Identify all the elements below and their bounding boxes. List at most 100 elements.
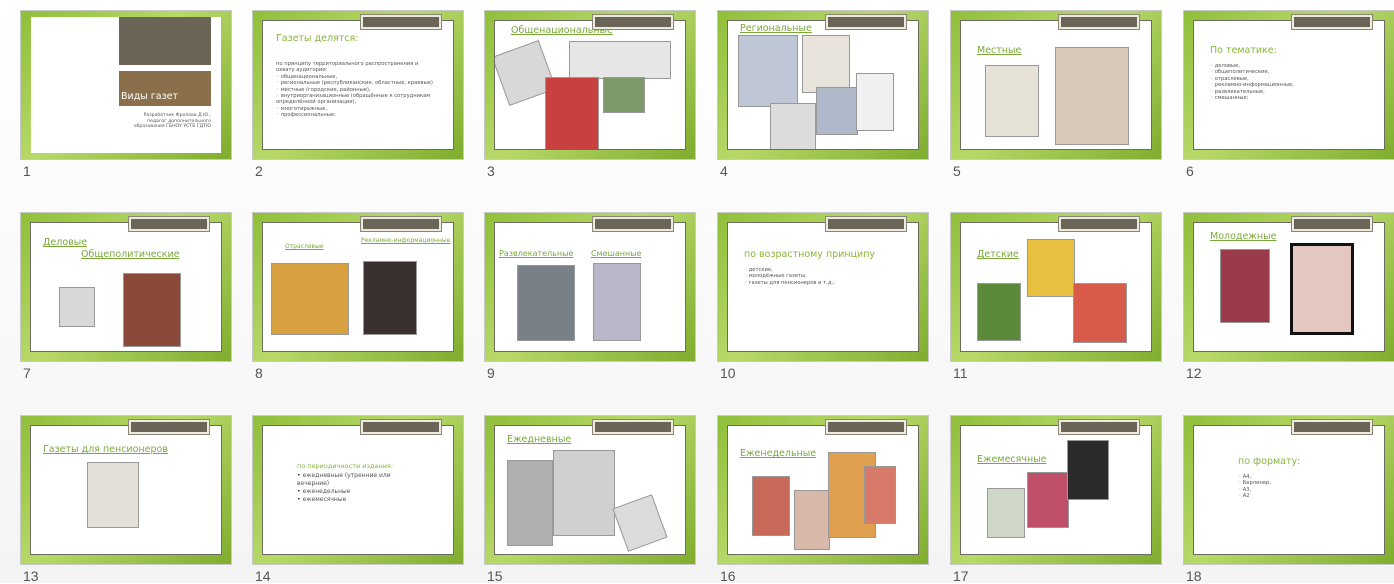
bullet-list: ежедневные (утренние или вечерние) ежене… [297, 472, 407, 504]
slide-paper: Газеты для пенсионеров [30, 425, 222, 555]
slide-title: Молодежные [1210, 231, 1277, 242]
bullet-item: региональные (республиканские, областные… [276, 80, 436, 86]
newspaper-image [802, 35, 850, 93]
slide-paper: По тематике: деловые, общеполитические, … [1193, 20, 1385, 150]
slide-paper: Виды газет Разработчик Фролова Д.Ю., пед… [31, 17, 221, 153]
slide-thumbnail[interactable]: Еженедельные [718, 416, 928, 564]
slide-thumbnail[interactable]: Газеты для пенсионеров [21, 416, 231, 564]
slide-title: Газеты для пенсионеров [43, 444, 168, 455]
newspaper-image [864, 466, 896, 524]
bullet-item: внутриорганизационные (обращённые к сотр… [276, 93, 436, 106]
slide-tab [1292, 420, 1372, 434]
slide-tab [593, 15, 673, 29]
slide-number: 10 [720, 365, 736, 381]
newspaper-image [1073, 283, 1127, 343]
slide-paper: Молодежные [1193, 222, 1385, 352]
slide-number: 18 [1186, 568, 1202, 584]
slide-paper: по возрастному принципу детские, молодёж… [727, 222, 919, 352]
slide-sorter-grid: Виды газет Разработчик Фролова Д.Ю., пед… [0, 0, 1394, 584]
slide-thumbnail[interactable]: Молодежные [1184, 213, 1394, 361]
newspaper-image [738, 35, 798, 107]
newspaper-image [517, 265, 575, 341]
slide-tab [361, 420, 441, 434]
slide-number: 15 [487, 568, 503, 584]
slide-number: 9 [487, 365, 495, 381]
slide-paper: Ежедневные [494, 425, 686, 555]
slide-title: Газеты делятся: [276, 33, 359, 44]
title-block: Виды газет [119, 71, 211, 106]
slide-tab [1059, 217, 1139, 231]
slide-title: по формату: [1238, 456, 1301, 467]
newspaper-image [271, 263, 349, 335]
newspaper-image [987, 488, 1025, 538]
slide-thumbnail[interactable]: Детские [951, 213, 1161, 361]
newspaper-image [59, 287, 95, 327]
slide-number: 2 [255, 163, 263, 179]
slide-paper: Отраслевые Рекламно-информационные [262, 222, 454, 352]
newspaper-image [569, 41, 671, 79]
slide-title-2: Общеполитические [81, 249, 180, 260]
slide-thumbnail[interactable]: Ежедневные [485, 416, 695, 564]
newspaper-image [856, 73, 894, 131]
slide-paper: по формату: А4, Берлинер, А3, А2 [1193, 425, 1385, 555]
slide-title: Детские [977, 249, 1019, 260]
bullet-item: А2 [1238, 493, 1271, 499]
newspaper-image [87, 462, 139, 528]
title-block-top [119, 17, 211, 65]
slide-title: Региональные [740, 23, 812, 34]
slide-paper: Еженедельные [727, 425, 919, 555]
bullet-item: ежедневные (утренние или вечерние) [297, 472, 407, 488]
bullet-item: газеты для пенсионеров и т.д.; [744, 280, 835, 286]
slide-tab [361, 217, 441, 231]
slide-thumbnail[interactable]: Местные [951, 11, 1161, 159]
slide-title: по возрастному принципу [744, 249, 876, 260]
slide-thumbnail[interactable]: по формату: А4, Берлинер, А3, А2 [1184, 416, 1394, 564]
newspaper-image [985, 65, 1039, 137]
bullet-item: смешанные; [1210, 95, 1294, 101]
newspaper-image [363, 261, 417, 335]
newspaper-image [1290, 243, 1354, 335]
slide-thumbnail[interactable]: по возрастному принципу детские, молодёж… [718, 213, 928, 361]
slide-title: Еженедельные [740, 448, 817, 459]
slide-title: по периодичности издания: [297, 462, 394, 470]
slide-thumbnail[interactable]: По тематике: деловые, общеполитические, … [1184, 11, 1394, 159]
slide-number: 12 [1186, 365, 1202, 381]
slide-title-2: Смешанные [591, 249, 642, 258]
slide-paper: Местные [960, 20, 1152, 150]
slide-paper: Газеты делятся: по принципу территориаль… [262, 20, 454, 150]
slide-thumbnail[interactable]: по периодичности издания: ежедневные (ут… [253, 416, 463, 564]
slide-title: Ежемесячные [977, 454, 1047, 465]
slide-thumbnail[interactable]: Деловые Общеполитические [21, 213, 231, 361]
slide-subtitle: Разработчик Фролова Д.Ю., педагог дополн… [133, 113, 211, 130]
slide-tab [593, 420, 673, 434]
slide-thumbnail[interactable]: Развлекательные Смешанные [485, 213, 695, 361]
newspaper-image [1055, 47, 1129, 145]
slide-paper: по периодичности издания: ежедневные (ут… [262, 425, 454, 555]
slide-tab [593, 217, 673, 231]
bullet-item: Берлинер, [1238, 480, 1271, 486]
newspaper-image [1220, 249, 1270, 323]
slide-thumbnail[interactable]: Газеты делятся: по принципу территориаль… [253, 11, 463, 159]
slide-number: 6 [1186, 163, 1194, 179]
slide-title: Местные [977, 45, 1022, 56]
newspaper-image [794, 490, 830, 550]
slide-title: Развлекательные [499, 249, 574, 258]
slide-thumbnail[interactable]: Общенациональные [485, 11, 695, 159]
newspaper-image [603, 77, 645, 113]
slide-tab [1292, 217, 1372, 231]
slide-thumbnail[interactable]: Отраслевые Рекламно-информационные [253, 213, 463, 361]
bullet-list: детские, молодёжные газеты, газеты для п… [744, 267, 835, 286]
newspaper-image [1027, 472, 1069, 528]
slide-tab [826, 420, 906, 434]
newspaper-image [816, 87, 858, 135]
slide-tab [1059, 15, 1139, 29]
slide-paper: Деловые Общеполитические [30, 222, 222, 352]
slide-thumbnail[interactable]: Виды газет Разработчик Фролова Д.Ю., пед… [21, 11, 231, 159]
slide-thumbnail[interactable]: Ежемесячные [951, 416, 1161, 564]
slide-paper: Ежемесячные [960, 425, 1152, 555]
slide-thumbnail[interactable]: Региональные [718, 11, 928, 159]
newspaper-image [752, 476, 790, 536]
slide-number: 17 [953, 568, 969, 584]
slide-title: Отраслевые [285, 243, 324, 250]
slide-number: 14 [255, 568, 271, 584]
